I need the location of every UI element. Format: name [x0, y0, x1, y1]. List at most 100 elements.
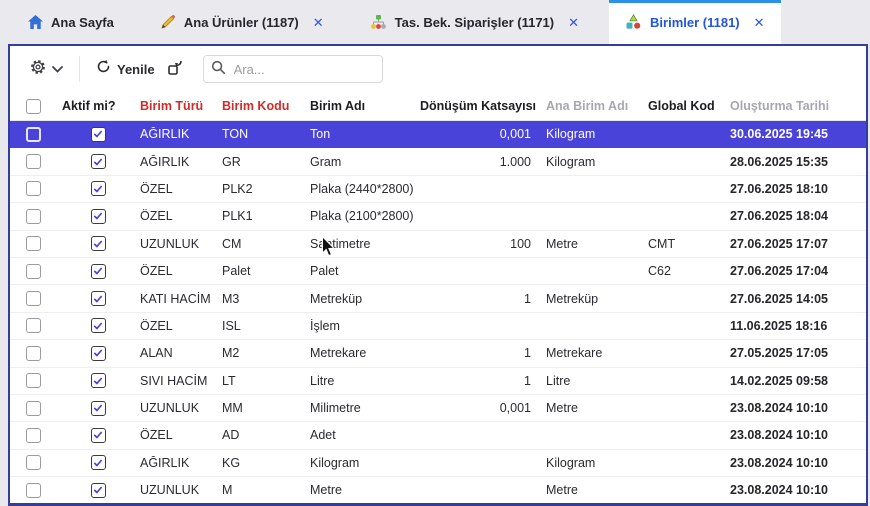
cell-birim-turu: AĞIRLIK — [140, 127, 222, 141]
row-select-checkbox[interactable] — [26, 236, 41, 251]
tab-close-icon[interactable]: ✕ — [313, 16, 324, 29]
select-all-checkbox[interactable] — [26, 99, 41, 114]
aktif-checkbox[interactable] — [91, 455, 106, 470]
aktif-checkbox[interactable] — [91, 428, 106, 443]
tab-label: Ana Ürünler (1187) — [184, 15, 299, 30]
tab-label: Birimler (1181) — [650, 15, 740, 30]
cell-birim-adi: Metre — [310, 483, 420, 497]
tab-bar: Ana Sayfa Ana Ürünler (1187) ✕ Tas. Bek.… — [0, 0, 870, 44]
aktif-checkbox[interactable] — [91, 154, 106, 169]
birimler-panel: Yenile Aktif mi?Birim TürüBirim KoduBiri… — [8, 44, 868, 506]
column-header-ana_birim: Ana Birim Adı — [537, 99, 648, 113]
pencil-icon — [160, 14, 176, 30]
row-select-checkbox[interactable] — [26, 209, 41, 224]
aktif-checkbox[interactable] — [91, 401, 106, 416]
row-select-checkbox[interactable] — [26, 181, 41, 196]
table-row[interactable]: ÖZELISLİşlem11.06.2025 18:16 — [10, 313, 866, 340]
refresh-button[interactable]: Yenile — [96, 59, 155, 79]
row-select-checkbox[interactable] — [26, 483, 41, 498]
table-row[interactable]: ÖZELPaletPaletC6227.06.2025 17:04 — [10, 258, 866, 285]
table-row[interactable]: AĞIRLIKTONTon0,001Kilogram30.06.2025 19:… — [10, 121, 866, 148]
cell-katsayi: 0,001 — [420, 401, 537, 415]
table-row[interactable]: ÖZELADAdet23.08.2024 10:10 — [10, 422, 866, 449]
cell-katsayi: 0,001 — [420, 127, 537, 141]
tab-label: Ana Sayfa — [51, 15, 114, 30]
cell-birim-turu: SIVI HACİM — [140, 374, 222, 388]
aktif-checkbox[interactable] — [91, 209, 106, 224]
table-row[interactable]: AĞIRLIKKGKilogramKilogram23.08.2024 10:1… — [10, 450, 866, 477]
aktif-checkbox[interactable] — [91, 318, 106, 333]
cell-tarih: 27.06.2025 14:05 — [730, 292, 866, 306]
cell-birim-kodu: MM — [222, 401, 310, 415]
tab-ana-sayfa[interactable]: Ana Sayfa — [12, 0, 130, 44]
row-select-checkbox[interactable] — [26, 373, 41, 388]
cell-ana-birim: Metre — [537, 483, 648, 497]
table-row[interactable]: SIVI HACİMLTLitre1Litre14.02.2025 09:58 — [10, 368, 866, 395]
aktif-checkbox[interactable] — [91, 483, 106, 498]
tab-close-icon[interactable]: ✕ — [568, 16, 579, 29]
aktif-checkbox[interactable] — [91, 236, 106, 251]
row-select-checkbox[interactable] — [26, 264, 41, 279]
cell-global-kod: CMT — [648, 237, 730, 251]
aktif-checkbox[interactable] — [91, 181, 106, 196]
tab-tas-bek-siparisler[interactable]: Tas. Bek. Siparişler (1171) ✕ — [354, 0, 595, 44]
table-row[interactable]: ÖZELPLK1Plaka (2100*2800)27.06.2025 18:0… — [10, 203, 866, 230]
tab-ana-urunler[interactable]: Ana Ürünler (1187) ✕ — [144, 0, 340, 44]
cell-birim-turu: ÖZEL — [140, 182, 222, 196]
table-row[interactable]: AĞIRLIKGRGram1.000Kilogram28.06.2025 15:… — [10, 148, 866, 175]
chevron-down-icon — [52, 60, 63, 78]
refresh-label: Yenile — [117, 62, 155, 77]
column-header-tarih: Oluşturma Tarihi — [730, 99, 866, 113]
row-select-checkbox[interactable] — [26, 428, 41, 443]
row-select-checkbox[interactable] — [26, 154, 41, 169]
column-header-birim_adi: Birim Adı — [310, 99, 420, 113]
cell-ana-birim: Kilogram — [537, 155, 648, 169]
aktif-checkbox[interactable] — [91, 373, 106, 388]
row-select-checkbox[interactable] — [26, 346, 41, 361]
toolbar-divider — [79, 56, 80, 82]
aktif-checkbox[interactable] — [91, 264, 106, 279]
aktif-checkbox[interactable] — [91, 346, 106, 361]
aktif-checkbox[interactable] — [91, 127, 106, 142]
row-select-checkbox[interactable] — [26, 455, 41, 470]
table-row[interactable]: UZUNLUKMMMilimetre0,001Metre23.08.2024 1… — [10, 395, 866, 422]
table-row[interactable]: ALANM2Metrekare1Metrekare27.05.2025 17:0… — [10, 340, 866, 367]
column-header-select — [10, 99, 62, 114]
column-header-aktif: Aktif mi? — [62, 99, 140, 113]
cell-tarih: 27.06.2025 17:07 — [730, 237, 866, 251]
import-button[interactable] — [167, 59, 183, 80]
column-header-birim_turu: Birim Türü — [140, 99, 222, 113]
table-row[interactable]: UZUNLUKCMSantimetre100MetreCMT27.06.2025… — [10, 231, 866, 258]
cell-birim-adi: Palet — [310, 264, 420, 278]
row-select-checkbox[interactable] — [26, 127, 41, 142]
table-row[interactable]: ÖZELPLK2Plaka (2440*2800)27.06.2025 18:1… — [10, 176, 866, 203]
cell-tarih: 27.06.2025 18:04 — [730, 209, 866, 223]
tab-close-icon[interactable]: ✕ — [754, 16, 765, 29]
cell-birim-kodu: LT — [222, 374, 310, 388]
search-input[interactable] — [203, 55, 383, 83]
cell-birim-adi: Milimetre — [310, 401, 420, 415]
cell-tarih: 28.06.2025 15:35 — [730, 155, 866, 169]
cell-ana-birim: Metrekare — [537, 346, 648, 360]
row-select-checkbox[interactable] — [26, 318, 41, 333]
cell-birim-turu: ÖZEL — [140, 264, 222, 278]
table-row[interactable]: UZUNLUKMMetreMetre23.08.2024 10:10 — [10, 477, 866, 504]
cell-tarih: 27.05.2025 17:05 — [730, 346, 866, 360]
row-select-checkbox[interactable] — [26, 401, 41, 416]
cell-birim-adi: Santimetre — [310, 237, 420, 251]
settings-dropdown-button[interactable] — [30, 59, 63, 80]
cell-katsayi: 1 — [420, 374, 537, 388]
cell-tarih: 14.02.2025 09:58 — [730, 374, 866, 388]
cell-ana-birim: Litre — [537, 374, 648, 388]
cell-birim-turu: UZUNLUK — [140, 237, 222, 251]
tab-birimler[interactable]: Birimler (1181) ✕ — [609, 0, 781, 44]
cell-birim-adi: Litre — [310, 374, 420, 388]
column-header-birim_kodu: Birim Kodu — [222, 99, 310, 113]
cell-birim-adi: Gram — [310, 155, 420, 169]
cell-birim-kodu: GR — [222, 155, 310, 169]
cell-birim-kodu: PLK2 — [222, 182, 310, 196]
table-row[interactable]: KATI HACİMM3Metreküp1Metreküp27.06.2025 … — [10, 285, 866, 312]
cell-global-kod: C62 — [648, 264, 730, 278]
aktif-checkbox[interactable] — [91, 291, 106, 306]
row-select-checkbox[interactable] — [26, 291, 41, 306]
